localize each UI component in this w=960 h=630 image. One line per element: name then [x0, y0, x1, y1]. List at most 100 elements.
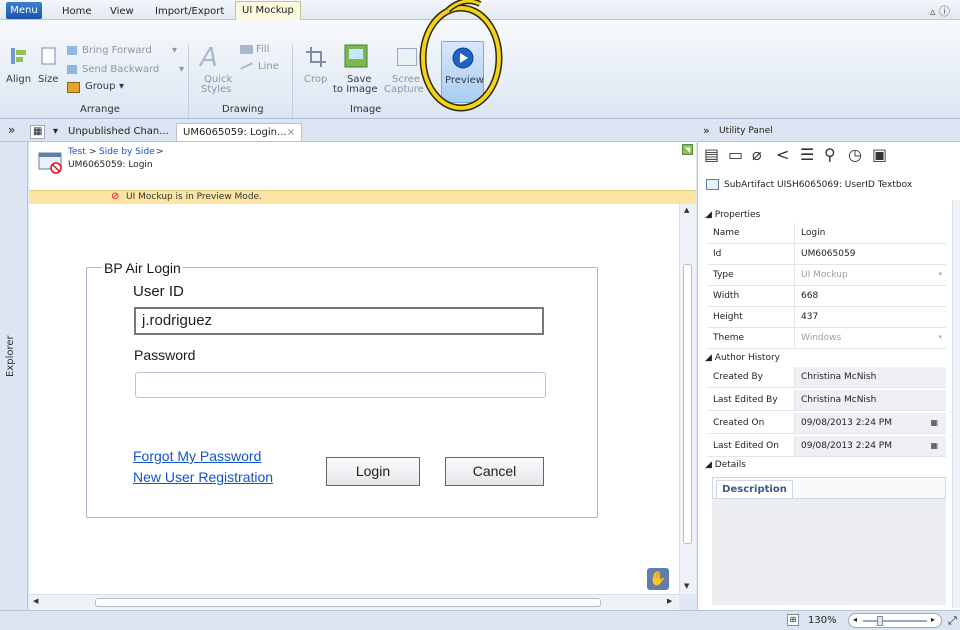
property-row-type: Type UI Mockup ▾	[708, 265, 946, 286]
line-button[interactable]: Line	[258, 61, 279, 72]
property-row-width: Width 668	[708, 286, 946, 307]
tab-ui-mockup[interactable]: UI Mockup	[235, 1, 301, 21]
tab-um6065059-login[interactable]: UM6065059: Login... ×	[176, 123, 302, 141]
user-id-field[interactable]: j.rodriguez	[134, 307, 544, 335]
scrollbar-thumb[interactable]	[95, 598, 601, 607]
utility-toolbar: ▤ ▭ ⌀ < ☰ ⚲ ◷ ▣	[704, 145, 934, 167]
bring-forward-button[interactable]: Bring Forward	[82, 45, 152, 56]
ribbon: Align Size Bring Forward ▾ Send Backward…	[0, 0, 960, 136]
calendar-icon[interactable]: ▦	[930, 418, 938, 427]
close-icon[interactable]: ×	[287, 124, 295, 141]
collapse-panel-icon[interactable]: »	[703, 125, 710, 136]
user-id-label: User ID	[133, 283, 184, 300]
tab-import-export[interactable]: Import/Export	[155, 6, 224, 17]
help-icon[interactable]: ▵ ⓘ	[930, 3, 950, 19]
breadcrumb-side-by-side[interactable]: Side by Side	[99, 147, 155, 157]
horizontal-scrollbar[interactable]: ◀ ▶	[29, 594, 679, 610]
calendar-icon[interactable]: ▦	[930, 441, 938, 450]
author-history-section-header[interactable]: ◢ Author History	[705, 353, 780, 363]
align-button[interactable]: Align	[6, 74, 31, 85]
author-history-label: Author History	[714, 353, 780, 363]
author-row-last-edited-on: Last Edited On 09/08/2013 2:24 PM ▦	[708, 436, 946, 457]
zoom-slider[interactable]: ◂ ▸	[848, 613, 942, 628]
last-edited-by-value: Christina McNish	[794, 390, 946, 410]
description-area[interactable]	[712, 498, 946, 605]
prohibited-icon: ⊘	[111, 191, 120, 202]
crop-button[interactable]: Crop	[304, 74, 327, 85]
highlight-ring-icon	[419, 0, 503, 112]
property-row-height: Height 437	[708, 307, 946, 328]
property-theme-select[interactable]: Windows	[794, 328, 946, 348]
arrange-group-label: Arrange	[80, 104, 120, 115]
history-icon[interactable]: ◷	[848, 145, 862, 164]
login-button[interactable]: Login	[326, 457, 420, 486]
status-bar: ⊞ 130% ◂ ▸ ⤢	[0, 610, 960, 630]
search-icon[interactable]: ⚲	[824, 145, 836, 164]
ui-mockup-icon	[38, 152, 62, 174]
zoom-out-icon[interactable]: ◂	[853, 615, 857, 624]
tab-home[interactable]: Home	[62, 6, 92, 17]
cancel-button[interactable]: Cancel	[445, 457, 544, 486]
grid-view-icon[interactable]: ▦	[30, 125, 46, 139]
forgot-password-link[interactable]: Forgot My Password	[133, 448, 261, 464]
property-width-field[interactable]: 668	[794, 286, 946, 306]
property-name: Last Edited By	[713, 395, 778, 405]
menu-button[interactable]: Menu	[6, 2, 42, 19]
author-row-last-edited-by: Last Edited By Christina McNish	[708, 390, 946, 411]
scroll-left-icon[interactable]: ◀	[33, 597, 38, 605]
breadcrumb-test[interactable]: Test	[68, 147, 86, 157]
feed-icon[interactable]: ◥	[682, 144, 693, 155]
size-button[interactable]: Size	[38, 74, 59, 85]
scroll-right-icon[interactable]: ▶	[667, 597, 672, 605]
quick-styles-label: Styles	[201, 84, 232, 95]
fit-to-window-icon[interactable]: ⊞	[787, 614, 799, 626]
resize-icon[interactable]: ⤢	[948, 614, 957, 628]
property-name: Created By	[713, 372, 763, 382]
send-backward-icon	[67, 65, 77, 74]
send-backward-button[interactable]: Send Backward	[82, 64, 159, 75]
author-row-created-by: Created By Christina McNish	[708, 367, 946, 388]
property-name-field[interactable]: Login	[794, 223, 946, 243]
properties-section-label: Properties	[714, 210, 761, 220]
group-button[interactable]: Group	[85, 81, 115, 92]
property-id-field[interactable]: UM6065059	[794, 244, 946, 264]
property-name: Name	[713, 228, 740, 238]
scroll-up-icon[interactable]: ▲	[684, 206, 689, 214]
new-user-registration-link[interactable]: New User Registration	[133, 469, 273, 485]
vertical-scrollbar[interactable]: ▲ ▼	[679, 204, 696, 594]
property-name: Width	[713, 291, 740, 301]
zoom-in-icon[interactable]: ▸	[931, 615, 935, 624]
password-label: Password	[134, 347, 196, 363]
align-icon	[11, 48, 26, 64]
property-height-field[interactable]: 437	[794, 307, 946, 327]
image-group-label: Image	[350, 104, 382, 115]
tab-view[interactable]: View	[110, 6, 134, 17]
attachment-icon[interactable]: ⌀	[752, 145, 762, 164]
discussions-icon[interactable]: ▭	[728, 145, 743, 164]
tab-unpublished-changes[interactable]: Unpublished Chan...	[62, 123, 175, 141]
scroll-down-icon[interactable]: ▼	[684, 582, 689, 590]
preview-mode-text: UI Mockup is in Preview Mode.	[126, 192, 262, 202]
property-type-select[interactable]: UI Mockup	[794, 265, 946, 285]
scrollbar-thumb[interactable]	[683, 264, 692, 544]
zoom-thumb[interactable]	[877, 616, 883, 626]
properties-section-header[interactable]: ◢ Properties	[705, 210, 760, 220]
share-icon[interactable]: <	[776, 145, 789, 164]
explorer-sidebar[interactable]: Explorer	[0, 142, 28, 610]
fill-button[interactable]: Fill	[256, 44, 269, 55]
tab-description[interactable]: Description	[716, 480, 793, 499]
properties-icon[interactable]: ▤	[704, 145, 719, 164]
property-name: Theme	[713, 333, 745, 343]
property-name: Last Edited On	[713, 441, 779, 451]
subartifact-icon	[706, 179, 719, 190]
groupbox-legend: BP Air Login	[102, 260, 183, 276]
password-field[interactable]	[135, 372, 546, 398]
utility-scrollbar[interactable]	[952, 200, 960, 608]
text-list-icon[interactable]: ☰	[800, 145, 814, 164]
review-icon[interactable]: ▣	[872, 145, 887, 164]
expand-explorer-icon[interactable]: »	[2, 123, 21, 141]
crop-icon	[306, 47, 326, 67]
pan-hand-icon[interactable]: ✋	[647, 568, 669, 590]
details-section-header[interactable]: ◢ Details	[705, 460, 746, 470]
preview-mode-banner: ⊘ UI Mockup is in Preview Mode.	[29, 190, 696, 204]
